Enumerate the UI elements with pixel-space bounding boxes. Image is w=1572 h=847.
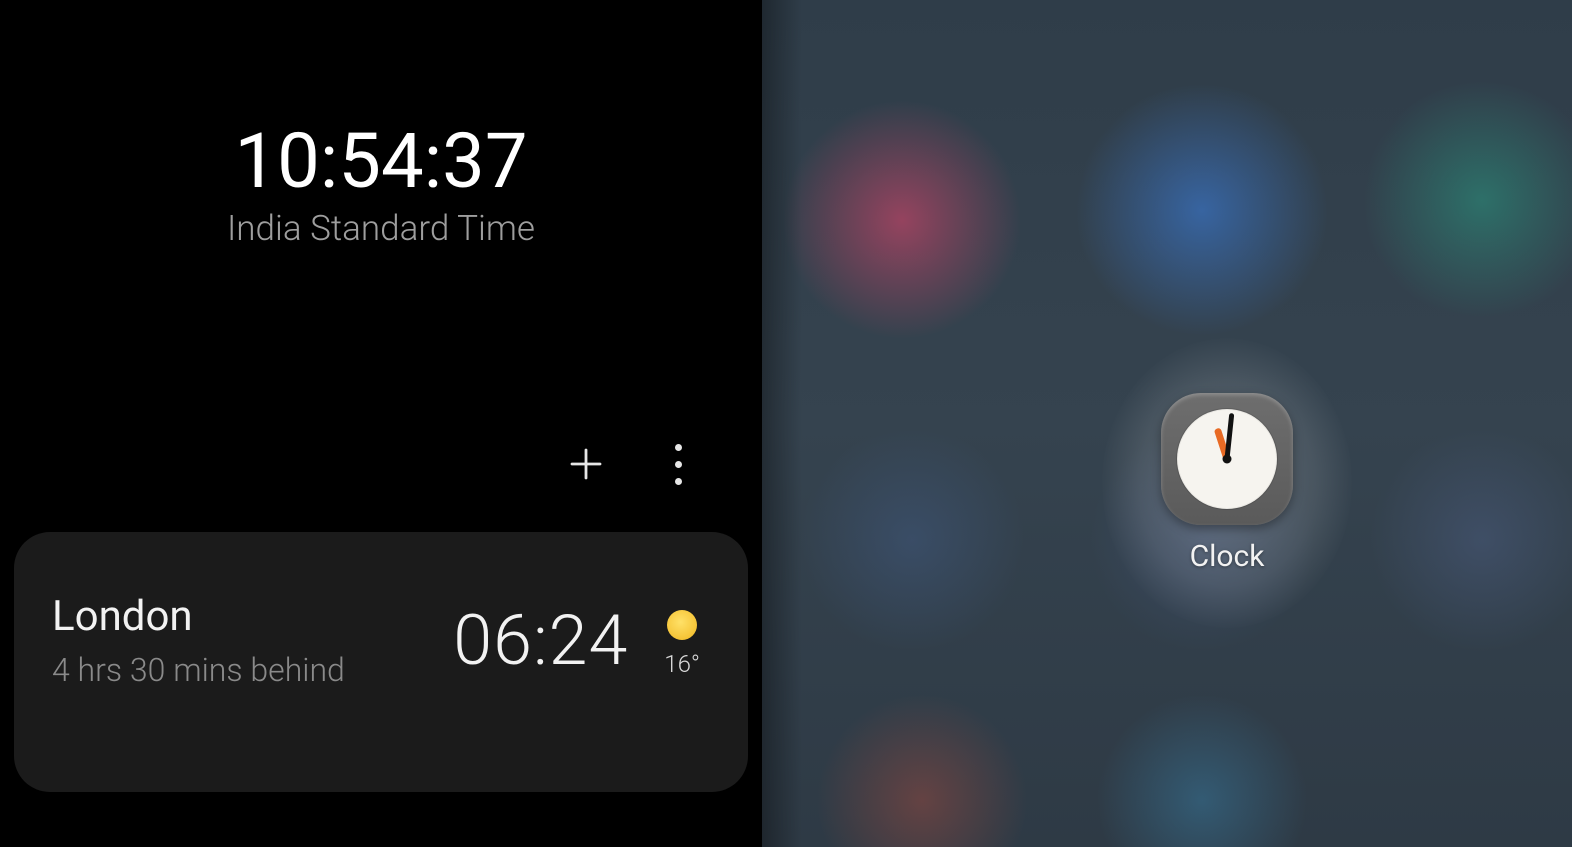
plus-icon — [565, 443, 607, 485]
more-options-button[interactable] — [654, 440, 702, 488]
more-vertical-icon — [675, 444, 682, 485]
clock-face-icon — [1177, 409, 1277, 509]
city-name: London — [52, 592, 345, 641]
local-time: 10:54:37 — [0, 116, 762, 206]
world-clock-toolbar — [562, 440, 702, 488]
city-offset: 4 hrs 30 mins behind — [52, 651, 345, 689]
app-label: Clock — [1190, 539, 1265, 574]
city-weather: 16° — [664, 604, 700, 678]
add-city-button[interactable] — [562, 440, 610, 488]
timezone-label: India Standard Time — [0, 208, 762, 249]
sun-icon — [667, 610, 697, 640]
city-temperature: 16° — [664, 650, 700, 678]
clock-minute-hand-icon — [1225, 412, 1235, 458]
home-screen-blurred: Clock — [762, 0, 1572, 847]
clock-app-pane: 10:54:37 India Standard Time London 4 hr… — [0, 0, 762, 847]
clock-app-icon[interactable] — [1161, 393, 1293, 525]
city-info: London 4 hrs 30 mins behind — [52, 592, 345, 689]
city-time-weather: 06:24 16° — [453, 592, 700, 682]
focused-app-bubble[interactable]: Clock — [1102, 338, 1352, 628]
city-time: 06:24 — [453, 600, 628, 682]
city-card[interactable]: London 4 hrs 30 mins behind 06:24 16° — [14, 532, 748, 792]
